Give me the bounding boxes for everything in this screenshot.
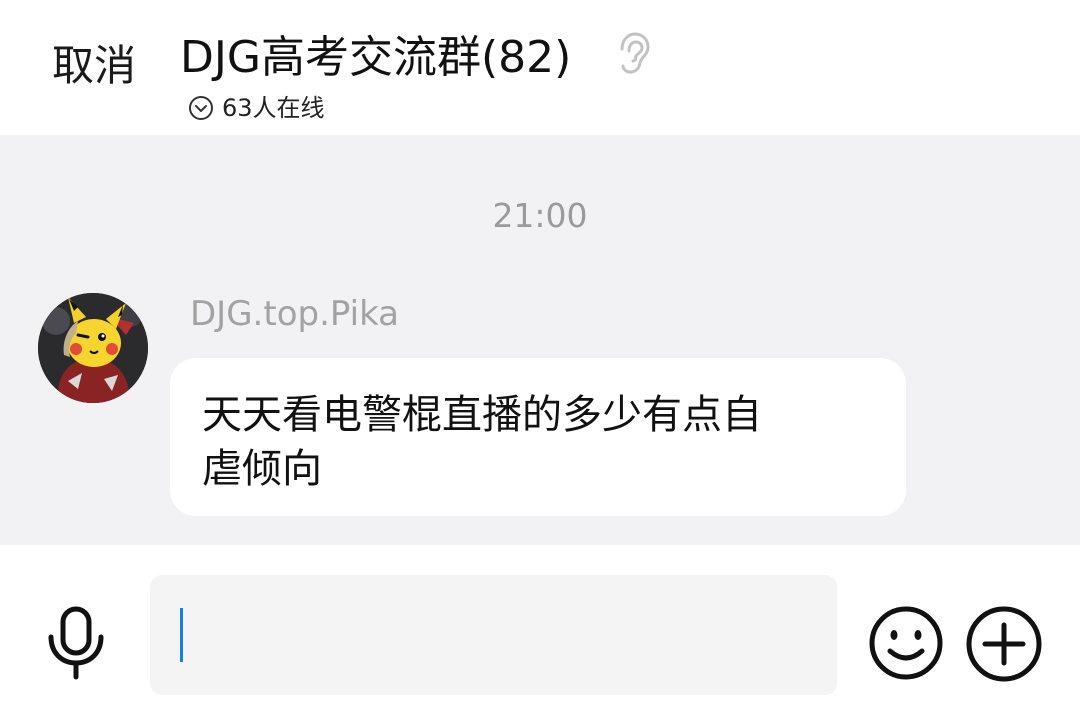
message-text-line: 天天看电警棍直播的多少有点自 (202, 392, 762, 438)
group-title[interactable]: DJG高考交流群(82) (180, 30, 571, 86)
online-status[interactable]: 63人在线 (188, 92, 325, 124)
plus-circle-icon[interactable] (965, 605, 1043, 683)
message-timestamp: 21:00 (492, 196, 588, 235)
message-input[interactable] (150, 575, 837, 695)
sender-name[interactable]: DJG.top.Pika (190, 293, 399, 335)
cancel-button[interactable]: 取消 (52, 40, 136, 92)
chevron-down-circle-icon (189, 96, 213, 120)
input-bar (0, 545, 1080, 725)
text-caret (180, 608, 183, 662)
smiley-icon[interactable] (868, 605, 944, 681)
message-list[interactable]: 21:00 DJG.top.Pika 天天看电警棍直播的多少有点自 虐倾向 (0, 135, 1080, 545)
header-bar: 取消 DJG高考交流群(82) 63人在线 (0, 0, 1080, 135)
online-count: 63人在线 (222, 94, 325, 122)
message-text-line: 虐倾向 (202, 446, 322, 492)
ear-icon[interactable] (612, 30, 652, 76)
message-bubble[interactable]: 天天看电警棍直播的多少有点自 虐倾向 (170, 358, 906, 516)
microphone-icon[interactable] (45, 605, 107, 681)
avatar[interactable] (38, 293, 148, 403)
